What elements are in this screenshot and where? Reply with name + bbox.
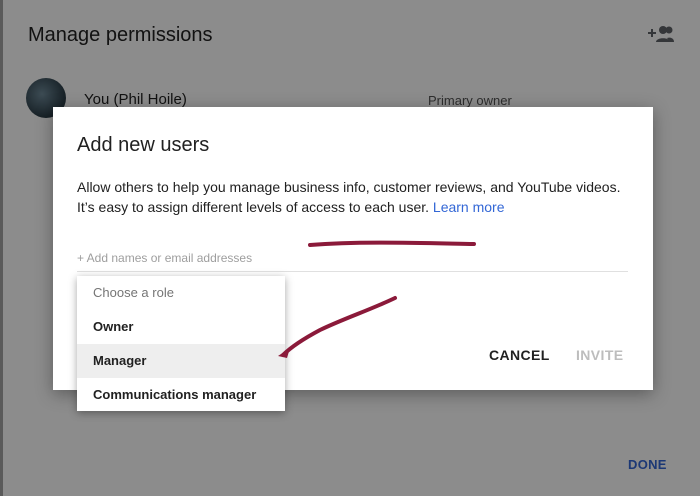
invite-button[interactable]: INVITE bbox=[576, 347, 624, 363]
role-option-manager[interactable]: Manager bbox=[77, 344, 285, 378]
role-option-communications-manager[interactable]: Communications manager bbox=[77, 378, 285, 412]
role-dropdown-menu: Choose a role Owner Manager Communicatio… bbox=[77, 276, 285, 411]
add-users-title: Add new users bbox=[77, 134, 210, 156]
window-edge bbox=[0, 0, 3, 496]
email-input[interactable] bbox=[77, 245, 628, 272]
role-menu-header: Choose a role bbox=[93, 285, 174, 300]
description-line-1: Allow others to help you manage business… bbox=[77, 179, 621, 195]
add-users-description: Allow others to help you manage business… bbox=[77, 177, 637, 217]
description-line-2: It’s easy to assign different levels of … bbox=[77, 199, 430, 215]
cancel-button[interactable]: CANCEL bbox=[489, 347, 550, 363]
learn-more-link[interactable]: Learn more bbox=[433, 199, 505, 215]
role-option-owner[interactable]: Owner bbox=[77, 310, 285, 344]
